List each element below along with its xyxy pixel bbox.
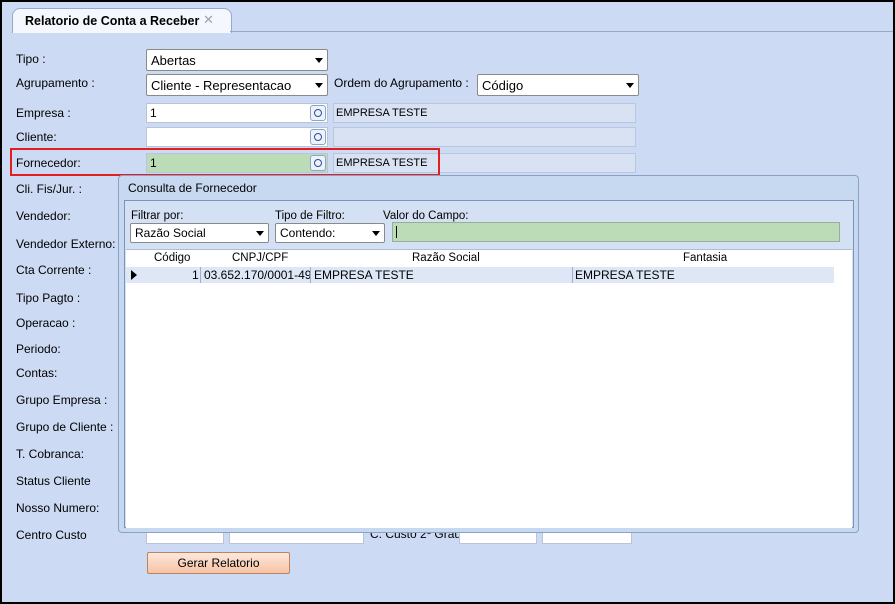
cta-corrente-label: Cta Corrente : bbox=[16, 263, 92, 277]
cliente-desc bbox=[333, 127, 636, 147]
ordem-select[interactable]: Código bbox=[477, 74, 639, 96]
tipo-label: Tipo : bbox=[16, 52, 46, 66]
tipo-filtro-select[interactable]: Contendo: bbox=[275, 223, 385, 243]
consulta-fornecedor-dialog: Consulta de Fornecedor Filtrar por: Razã… bbox=[118, 175, 859, 533]
grupo-cliente-label: Grupo de Cliente : bbox=[16, 420, 114, 434]
periodo-label: Periodo: bbox=[16, 342, 61, 356]
col-fantasia[interactable]: Fantasia bbox=[683, 252, 727, 264]
filtrar-label: Filtrar por: bbox=[131, 210, 184, 222]
vendedor-label: Vendedor: bbox=[16, 209, 71, 223]
agrupamento-value: Cliente - Representacao bbox=[151, 78, 292, 93]
vendedor-externo-label: Vendedor Externo: bbox=[16, 237, 116, 251]
empresa-desc-text: EMPRESA TESTE bbox=[336, 107, 428, 119]
empresa-value: 1 bbox=[150, 106, 157, 120]
tipo-filtro-value: Contendo: bbox=[280, 226, 336, 240]
cliente-label: Cliente: bbox=[16, 130, 57, 144]
status-cliente-label: Status Cliente bbox=[16, 474, 91, 488]
column-divider bbox=[572, 267, 573, 283]
tipo-filtro-label: Tipo de Filtro: bbox=[275, 210, 345, 222]
agrupamento-select[interactable]: Cliente - Representacao bbox=[146, 74, 328, 96]
dialog-panel: Filtrar por: Razão Social Tipo de Filtro… bbox=[124, 200, 854, 528]
report-window: Relatorio de Conta a Receber ✕ Tipo : Ab… bbox=[0, 0, 895, 604]
cell-fantasia: EMPRESA TESTE bbox=[575, 268, 675, 282]
grupo-empresa-label: Grupo Empresa : bbox=[16, 393, 108, 407]
cell-codigo: 1 bbox=[192, 268, 199, 282]
ordem-value: Código bbox=[482, 78, 524, 93]
col-codigo[interactable]: Código bbox=[154, 252, 190, 264]
nosso-numero-label: Nosso Numero: bbox=[16, 501, 100, 515]
column-divider bbox=[200, 267, 201, 283]
cli-fis-jur-label: Cli. Fis/Jur. : bbox=[16, 182, 83, 196]
chevron-down-icon bbox=[315, 83, 323, 88]
row-selector-icon bbox=[131, 270, 137, 280]
search-icon[interactable] bbox=[310, 129, 326, 145]
valor-campo-input[interactable] bbox=[392, 222, 840, 242]
tipo-select[interactable]: Abertas bbox=[146, 49, 328, 71]
col-cnpj[interactable]: CNPJ/CPF bbox=[232, 252, 288, 264]
close-icon[interactable]: ✕ bbox=[203, 12, 214, 28]
tab-divider bbox=[230, 31, 893, 32]
gerar-relatorio-button[interactable]: Gerar Relatorio bbox=[147, 552, 290, 574]
operacao-label: Operacao : bbox=[16, 316, 76, 330]
text-caret bbox=[396, 226, 397, 238]
grid-header: Código CNPJ/CPF Razão Social Fantasia bbox=[126, 250, 852, 267]
table-row[interactable]: 1 03.652.170/0001-49 EMPRESA TESTE EMPRE… bbox=[126, 267, 834, 283]
tab-title: Relatorio de Conta a Receber bbox=[25, 14, 200, 28]
t-cobranca-label: T. Cobranca: bbox=[16, 447, 85, 461]
ordem-label: Ordem do Agrupamento : bbox=[334, 76, 469, 90]
cell-cnpj: 03.652.170/0001-49 bbox=[204, 268, 312, 282]
dialog-title: Consulta de Fornecedor bbox=[128, 181, 257, 195]
tipo-pagto-label: Tipo Pagto : bbox=[16, 291, 81, 305]
empresa-desc: EMPRESA TESTE bbox=[333, 103, 636, 123]
chevron-down-icon bbox=[315, 58, 323, 63]
column-divider bbox=[310, 267, 311, 283]
tab-relatorio[interactable]: Relatorio de Conta a Receber ✕ bbox=[12, 8, 232, 33]
centro-custo-label: Centro Custo bbox=[16, 528, 87, 542]
empresa-input[interactable]: 1 bbox=[146, 103, 328, 123]
chevron-down-icon bbox=[626, 83, 634, 88]
filtrar-select[interactable]: Razão Social bbox=[130, 223, 269, 243]
agrupamento-label: Agrupamento : bbox=[16, 76, 95, 90]
tab-bar: Relatorio de Conta a Receber ✕ bbox=[2, 2, 893, 33]
fornecedor-highlight bbox=[10, 148, 440, 176]
cliente-input[interactable] bbox=[146, 127, 328, 147]
cell-razao-social: EMPRESA TESTE bbox=[314, 268, 414, 282]
chevron-down-icon bbox=[256, 231, 264, 236]
chevron-down-icon bbox=[372, 231, 380, 236]
valor-campo-label: Valor do Campo: bbox=[383, 210, 469, 222]
fornecedor-grid: Código CNPJ/CPF Razão Social Fantasia 1 … bbox=[126, 249, 852, 528]
search-icon[interactable] bbox=[310, 105, 326, 121]
col-razao-social[interactable]: Razão Social bbox=[412, 252, 480, 264]
empresa-label: Empresa : bbox=[16, 106, 71, 120]
filtrar-value: Razão Social bbox=[135, 226, 206, 240]
contas-label: Contas: bbox=[16, 366, 58, 380]
tipo-value: Abertas bbox=[151, 53, 196, 68]
